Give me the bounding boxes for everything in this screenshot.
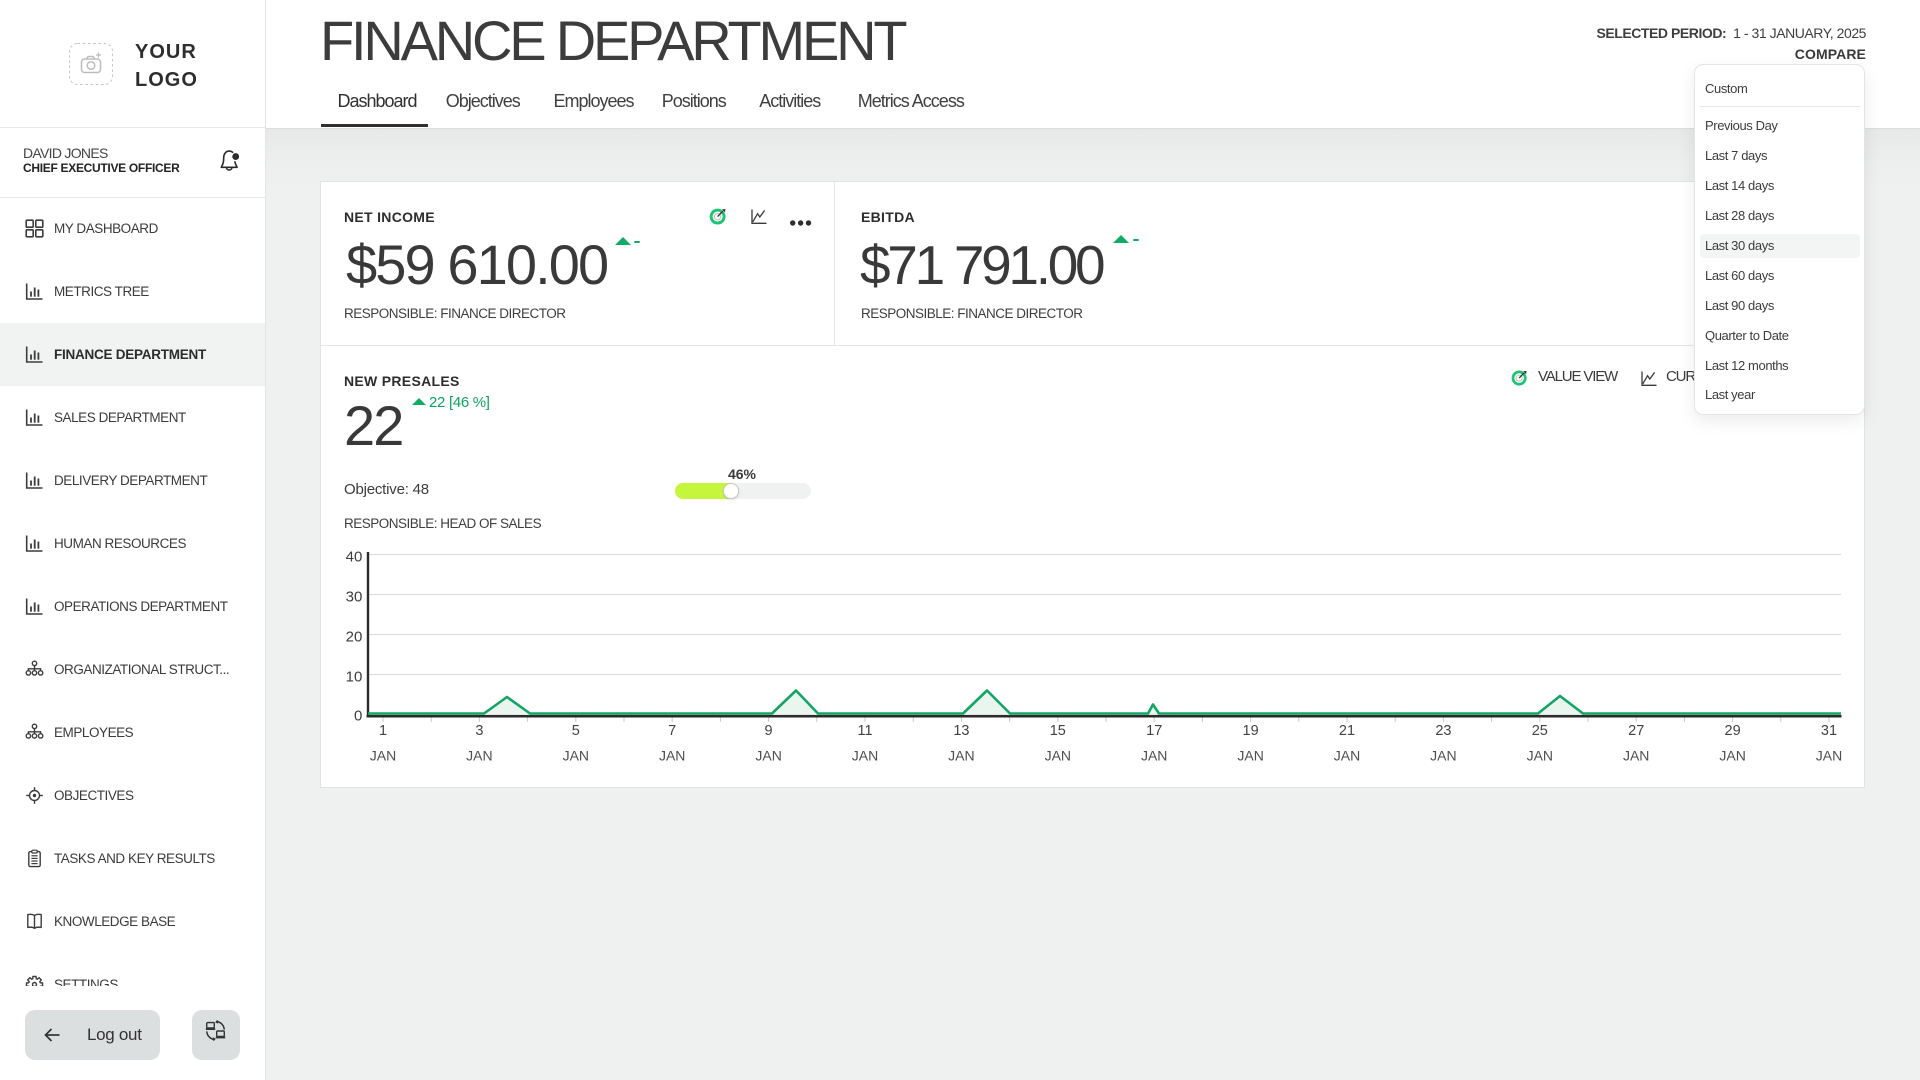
svg-text:JAN: JAN [1334, 748, 1360, 764]
svg-text:31: 31 [1821, 723, 1837, 739]
svg-text:1: 1 [379, 723, 387, 739]
svg-text:29: 29 [1725, 723, 1741, 739]
svg-text:25: 25 [1532, 723, 1548, 739]
svg-text:20: 20 [346, 629, 363, 646]
svg-text:19: 19 [1243, 723, 1259, 739]
svg-text:17: 17 [1146, 723, 1162, 739]
svg-text:0: 0 [354, 708, 362, 725]
svg-text:JAN: JAN [1141, 748, 1167, 764]
svg-text:JAN: JAN [1045, 748, 1071, 764]
svg-text:JAN: JAN [1623, 748, 1649, 764]
svg-text:JAN: JAN [659, 748, 685, 764]
svg-text:JAN: JAN [1430, 748, 1456, 764]
svg-text:11: 11 [857, 723, 872, 739]
svg-text:15: 15 [1050, 723, 1066, 739]
svg-text:JAN: JAN [948, 748, 974, 764]
svg-text:JAN: JAN [852, 748, 878, 764]
svg-text:JAN: JAN [1719, 748, 1745, 764]
svg-text:JAN: JAN [1816, 748, 1842, 764]
svg-text:JAN: JAN [563, 748, 589, 764]
svg-text:JAN: JAN [466, 748, 492, 764]
svg-text:5: 5 [572, 723, 580, 739]
svg-text:JAN: JAN [1237, 748, 1263, 764]
svg-text:JAN: JAN [370, 748, 396, 764]
svg-text:30: 30 [346, 589, 363, 606]
svg-text:40: 40 [346, 549, 363, 566]
svg-text:13: 13 [953, 723, 969, 739]
svg-text:27: 27 [1628, 723, 1644, 739]
svg-text:JAN: JAN [755, 748, 781, 764]
svg-text:JAN: JAN [1527, 748, 1553, 764]
svg-text:3: 3 [475, 723, 483, 739]
svg-text:7: 7 [668, 723, 676, 739]
svg-text:9: 9 [765, 723, 773, 739]
svg-text:10: 10 [346, 669, 363, 686]
svg-text:23: 23 [1435, 723, 1451, 739]
svg-text:21: 21 [1339, 723, 1355, 739]
